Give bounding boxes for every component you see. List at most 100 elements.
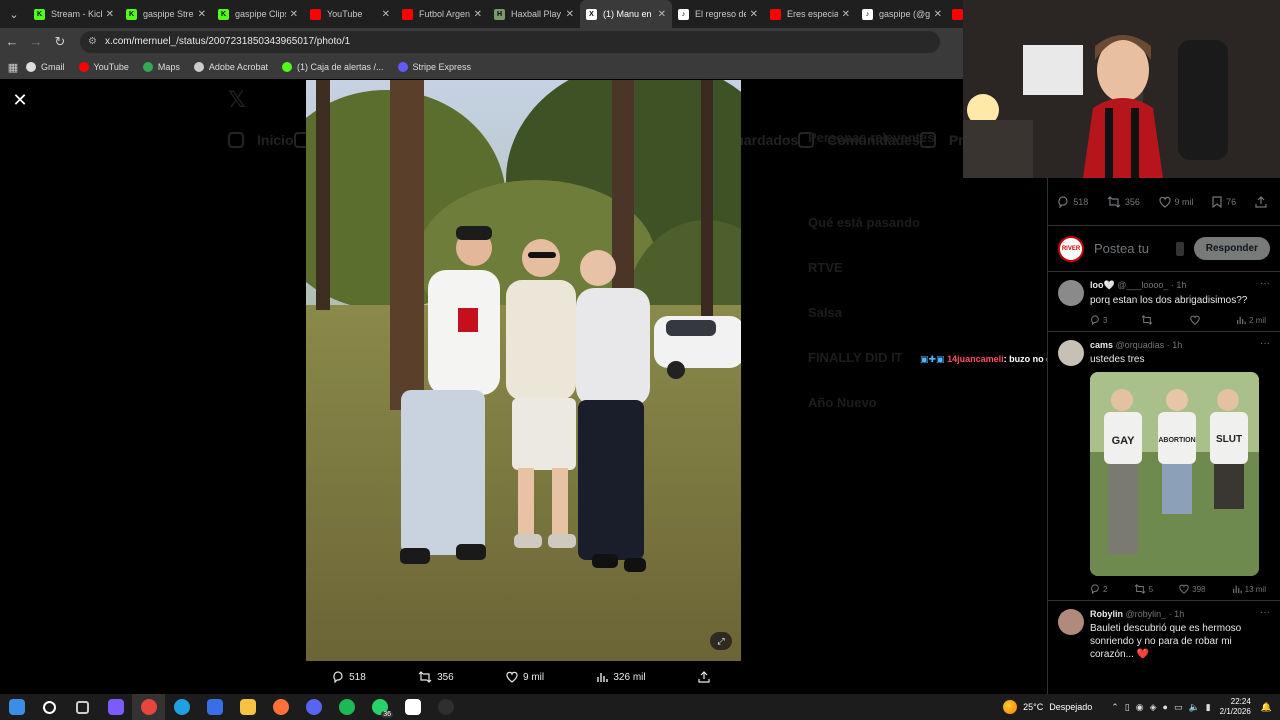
chrome-taskbar-button[interactable] (132, 694, 165, 720)
usb-icon[interactable]: ▯ (1125, 702, 1130, 713)
weather-widget[interactable]: 25°C Despejado (1003, 700, 1092, 714)
browser-tab[interactable]: X (1) Manu en X ✕ (580, 0, 672, 28)
reply-author-name[interactable]: cams (1090, 340, 1113, 350)
file-explorer-taskbar-button[interactable] (231, 694, 264, 720)
capcut-taskbar-button[interactable] (396, 694, 429, 720)
tab-close-icon[interactable]: ✕ (474, 9, 482, 20)
reload-icon[interactable]: ↻ (48, 28, 72, 55)
site-info-icon[interactable]: ⚙ (88, 36, 97, 47)
reply-author-name[interactable]: loo🤍 (1090, 280, 1115, 290)
avatar[interactable] (1058, 609, 1084, 635)
tab-close-icon[interactable]: ✕ (658, 9, 666, 20)
reply-item[interactable]: ··· loo🤍 @___loooo_ · 1h porq estan los … (1048, 272, 1280, 332)
copilot-taskbar-button[interactable] (99, 694, 132, 720)
tab-close-icon[interactable]: ✕ (106, 9, 114, 20)
browser-tab[interactable]: Futbol Argentino ✕ (396, 0, 488, 28)
browser-tab[interactable]: ♪ gaspipe (@gaspipe) ✕ (856, 0, 948, 28)
edge-taskbar-button[interactable] (165, 694, 198, 720)
windows-taskbar-button[interactable] (0, 694, 33, 720)
close-icon[interactable]: ✕ (10, 90, 30, 110)
reply-item[interactable]: ··· Robylin @robylin_ · 1h Bauleti descu… (1048, 601, 1280, 667)
obs-taskbar-button[interactable] (429, 694, 462, 720)
tab-close-icon[interactable]: ✕ (934, 9, 942, 20)
reply-repost-button[interactable]: 5 (1134, 584, 1153, 594)
alt-text-expand-icon[interactable]: ⤢ (710, 632, 732, 650)
bookmark-item[interactable]: Adobe Acrobat (193, 62, 268, 72)
reply-handle[interactable]: @___loooo_ (1117, 280, 1168, 290)
store-taskbar-button[interactable] (198, 694, 231, 720)
volume-icon[interactable]: 🔈 (1188, 702, 1199, 713)
reply-repost-button[interactable] (1141, 315, 1156, 325)
search-taskbar-button[interactable] (33, 694, 66, 720)
apps-grid-icon[interactable]: ▦ (0, 61, 26, 74)
repost-button[interactable]: 356 (418, 671, 454, 683)
like-button[interactable]: 9 mil (506, 671, 544, 683)
reply-image[interactable]: GAY ABORTION SLUT (1090, 372, 1259, 576)
metrics-bookmark-button[interactable]: 76 (1212, 195, 1236, 208)
browser-tab[interactable]: K Stream - Kick ✕ (28, 0, 120, 28)
tab-search-chevron-icon[interactable]: ⌄ (0, 0, 28, 28)
tab-close-icon[interactable]: ✕ (382, 9, 390, 20)
whatsapp-taskbar-button[interactable]: 36 (363, 694, 396, 720)
browser-tab[interactable]: YouTube ✕ (304, 0, 396, 28)
bookmark-item[interactable]: (1) Caja de alertas /... (281, 62, 384, 72)
browser-tab[interactable]: H Haxball Play ✕ (488, 0, 580, 28)
tab-close-icon[interactable]: ✕ (198, 9, 206, 20)
share-button[interactable] (698, 671, 715, 683)
notifications-icon[interactable]: 🔔 (1261, 702, 1272, 713)
back-arrow-icon[interactable]: ← (0, 28, 24, 55)
tab-close-icon[interactable]: ✕ (566, 9, 574, 20)
browser-tab[interactable]: Eres especial ✕ (764, 0, 856, 28)
tab-close-icon[interactable]: ✕ (750, 9, 758, 20)
reply-time[interactable]: · 1h (1167, 340, 1183, 350)
spotify-taskbar-button[interactable] (330, 694, 363, 720)
bookmark-item[interactable]: Gmail (26, 62, 65, 72)
metrics-repost-button[interactable]: 356 (1107, 195, 1140, 208)
reply-time[interactable]: · 1h (1171, 280, 1187, 290)
browser-tab[interactable]: Kgaspipe Clips ✕ (212, 0, 304, 28)
firefox-taskbar-button[interactable] (264, 694, 297, 720)
reply-like-button[interactable] (1189, 315, 1203, 325)
reply-input[interactable]: Postea tu (1094, 241, 1176, 256)
show-hidden-icons-icon[interactable]: ⌃ (1111, 702, 1119, 713)
reply-comment-button[interactable]: 2 (1090, 584, 1107, 594)
reply-comment-button[interactable]: 3 (1090, 315, 1107, 325)
task-view-taskbar-button[interactable] (66, 694, 99, 720)
bookmark-item[interactable]: Stripe Express (397, 62, 471, 72)
discord-taskbar-button[interactable] (297, 694, 330, 720)
tab-close-icon[interactable]: ✕ (842, 9, 850, 20)
reply-views-button[interactable]: 13 mil (1232, 584, 1266, 594)
discord-tray-icon[interactable]: ◈ (1150, 702, 1157, 713)
media-icon[interactable] (1175, 241, 1184, 256)
reply-button[interactable]: 518 (332, 671, 366, 683)
avatar[interactable] (1058, 340, 1084, 366)
bookmark-item[interactable]: Maps (142, 62, 180, 72)
reply-time[interactable]: · 1h (1169, 609, 1185, 619)
more-options-icon[interactable]: ··· (1260, 607, 1270, 618)
reply-handle[interactable]: @orquadias (1116, 340, 1165, 350)
tweet-photo[interactable] (306, 80, 741, 661)
more-options-icon[interactable]: ··· (1260, 278, 1270, 289)
forward-arrow-icon[interactable]: → (24, 28, 48, 55)
browser-tab[interactable]: Kgaspipe Stream ✕ (120, 0, 212, 28)
reply-handle[interactable]: @robylin_ (1126, 609, 1167, 619)
avatar[interactable] (1058, 280, 1084, 306)
reply-submit-button[interactable]: Responder (1193, 237, 1270, 260)
address-bar[interactable]: ⚙ x.com/mernuel_/status/2007231850343965… (80, 30, 940, 53)
microphone-icon[interactable]: ● (1163, 702, 1168, 712)
clock[interactable]: 22:24 2/1/2026 (1220, 697, 1251, 717)
reply-author-name[interactable]: Robylin (1090, 609, 1123, 619)
reply-item[interactable]: ··· cams @orquadias · 1h ustedes tres GA… (1048, 332, 1280, 601)
bookmark-item[interactable]: YouTube (78, 62, 129, 72)
reply-like-button[interactable]: 398 (1179, 584, 1206, 594)
tab-close-icon[interactable]: ✕ (290, 9, 298, 20)
metrics-reply-button[interactable]: 518 (1057, 195, 1088, 208)
browser-tab[interactable]: ♪ El regreso de ✕ (672, 0, 764, 28)
reply-views-button[interactable]: 2 mil (1236, 315, 1266, 325)
display-icon[interactable]: ▭ (1174, 702, 1183, 713)
network-icon[interactable]: ◉ (1136, 702, 1144, 713)
metrics-like-button[interactable]: 9 mil (1158, 196, 1194, 208)
battery-icon[interactable]: ▮ (1206, 702, 1211, 713)
metrics-share-button[interactable] (1255, 195, 1271, 208)
more-options-icon[interactable]: ··· (1260, 338, 1270, 349)
